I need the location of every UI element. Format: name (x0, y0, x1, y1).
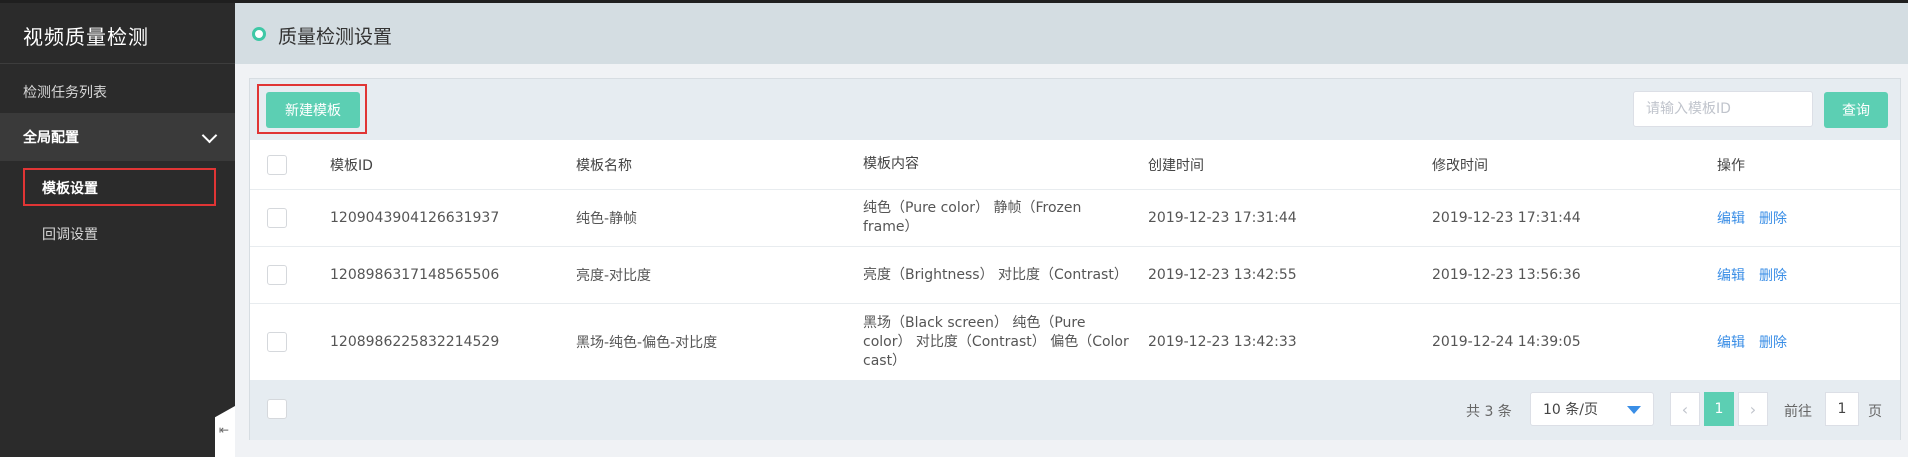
table-row: 1208986317148565506 亮度-对比度 亮度（Brightness… (250, 247, 1900, 304)
cell-template-name: 纯色-静帧 (576, 211, 638, 227)
collapse-icon[interactable]: ⇤ (219, 423, 229, 437)
cell-modified-time: 2019-12-23 17:31:44 (1432, 210, 1581, 226)
page-unit-label: 页 (1868, 404, 1882, 420)
sidebar-item-label: 回调设置 (42, 227, 98, 243)
sidebar-divider (0, 63, 235, 64)
cell-modified-time: 2019-12-24 14:39:05 (1432, 334, 1581, 350)
cell-created-time: 2019-12-23 17:31:44 (1148, 210, 1297, 226)
column-header-id: 模板ID (330, 157, 373, 174)
edit-link[interactable]: 编辑 (1717, 208, 1745, 228)
query-button[interactable]: 查询 (1824, 92, 1888, 128)
cell-template-content: 纯色（Pure color） 静帧（Frozen frame） (863, 200, 1082, 235)
cell-template-content: 亮度（Brightness） 对比度（Contrast） (863, 266, 1128, 283)
cell-modified-time: 2019-12-23 13:56:36 (1432, 267, 1581, 283)
page-size-select[interactable]: 10 条/页 (1530, 392, 1654, 426)
page-size-value: 10 条/页 (1543, 402, 1598, 418)
goto-label: 前往 (1784, 404, 1812, 420)
main-content: 新建模板 查询 模板ID 模板名称 模板内容 创建时间 修改时间 操作 1209… (249, 78, 1901, 440)
cell-template-id: 1208986317148565506 (330, 267, 500, 283)
table-row: 1209043904126631937 纯色-静帧 纯色（Pure color）… (250, 190, 1900, 247)
cell-actions: 编辑 删除 (1717, 247, 1801, 303)
page-header: 质量检测设置 (235, 3, 1908, 64)
sidebar: 视频质量检测 检测任务列表 全局配置 模板设置 回调设置 ⇤ (0, 3, 235, 457)
highlight-box-template-settings (23, 168, 216, 206)
delete-link[interactable]: 删除 (1759, 332, 1787, 352)
goto-page-input[interactable]: 1 (1825, 392, 1859, 426)
caret-down-icon (1627, 406, 1641, 414)
highlight-box-new-template (257, 84, 367, 134)
page-title: 质量检测设置 (278, 26, 393, 48)
sidebar-item-label: 全局配置 (23, 130, 79, 146)
column-header-name: 模板名称 (576, 157, 632, 174)
table-footer: 共 3 条 10 条/页 ‹ 1 › 前往 1 页 (250, 380, 1900, 440)
table-row: 1208986225832214529 黑场-纯色-偏色-对比度 黑场（Blac… (250, 304, 1900, 380)
cell-template-id: 1208986225832214529 (330, 334, 500, 350)
table-header-row: 模板ID 模板名称 模板内容 创建时间 修改时间 操作 (250, 140, 1900, 190)
cell-template-id: 1209043904126631937 (330, 210, 500, 226)
title-dot-icon (252, 27, 266, 41)
chevron-down-icon (201, 127, 218, 144)
total-count: 共 3 条 (1466, 404, 1512, 420)
delete-link[interactable]: 删除 (1759, 265, 1787, 285)
row-checkbox[interactable] (267, 208, 287, 228)
cell-created-time: 2019-12-23 13:42:55 (1148, 267, 1297, 283)
cell-template-name: 黑场-纯色-偏色-对比度 (576, 335, 718, 351)
app-title: 视频质量检测 (23, 25, 149, 49)
column-header-created: 创建时间 (1148, 157, 1204, 174)
edit-link[interactable]: 编辑 (1717, 265, 1745, 285)
edit-link[interactable]: 编辑 (1717, 332, 1745, 352)
cell-template-name: 亮度-对比度 (576, 268, 652, 284)
column-header-actions: 操作 (1717, 157, 1745, 174)
sidebar-item-label: 检测任务列表 (23, 85, 107, 101)
sidebar-item-global-config[interactable]: 全局配置 (0, 113, 235, 161)
cell-template-content: 黑场（Black screen） 纯色（Pure color） 对比度（Cont… (863, 314, 1129, 369)
template-id-search-input[interactable] (1633, 91, 1813, 127)
template-table: 模板ID 模板名称 模板内容 创建时间 修改时间 操作 120904390412… (250, 140, 1900, 380)
cell-actions: 编辑 删除 (1717, 304, 1801, 380)
footer-select-all-checkbox[interactable] (267, 399, 287, 419)
delete-link[interactable]: 删除 (1759, 208, 1787, 228)
next-page-button[interactable]: › (1738, 392, 1768, 426)
page-number-button[interactable]: 1 (1704, 392, 1734, 426)
row-checkbox[interactable] (267, 265, 287, 285)
row-checkbox[interactable] (267, 332, 287, 352)
prev-page-button[interactable]: ‹ (1670, 392, 1700, 426)
sidebar-item-callback-settings[interactable]: 回调设置 (0, 210, 235, 258)
cell-actions: 编辑 删除 (1717, 190, 1801, 246)
sidebar-item-task-list[interactable]: 检测任务列表 (0, 68, 235, 116)
cell-created-time: 2019-12-23 13:42:33 (1148, 334, 1297, 350)
column-header-modified: 修改时间 (1432, 157, 1488, 174)
column-header-content: 模板内容 (863, 156, 919, 172)
select-all-checkbox[interactable] (267, 154, 287, 175)
